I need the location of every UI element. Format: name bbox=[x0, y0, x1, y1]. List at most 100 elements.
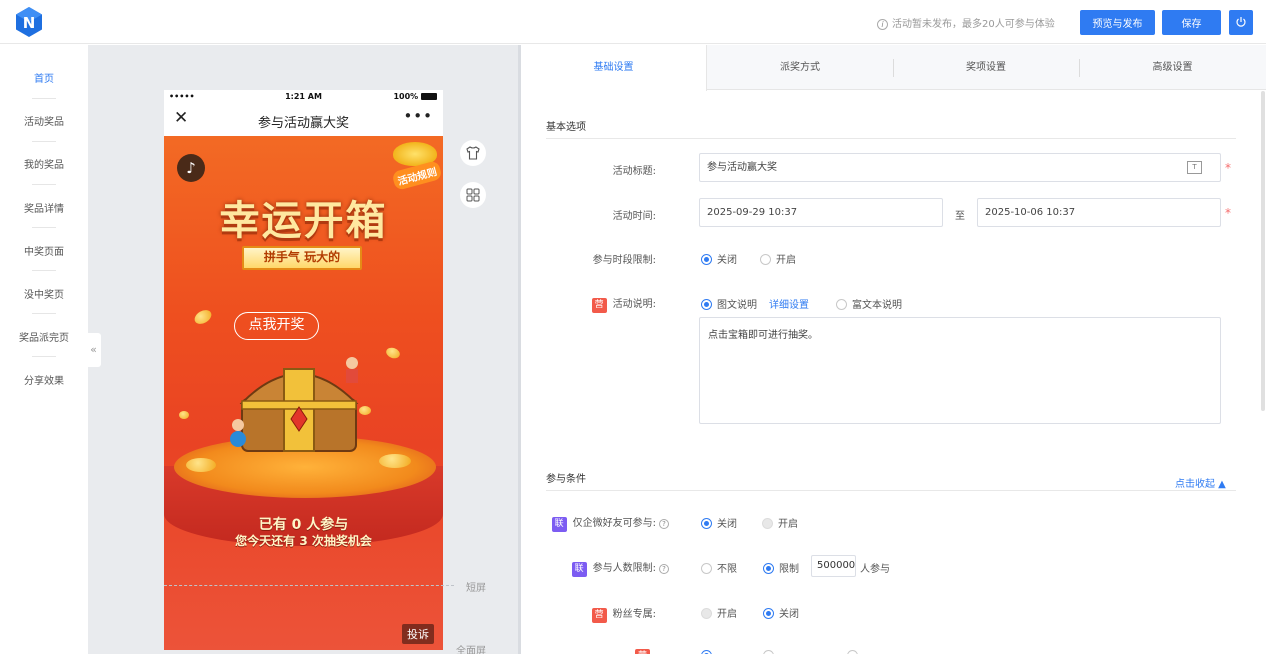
phone-page-title: 参与活动赢大奖 bbox=[257, 116, 349, 131]
nav-item-share-effect[interactable]: 分享效果 bbox=[0, 372, 88, 387]
period-limit-label: 参与时段限制: bbox=[592, 255, 656, 266]
participant-count: 已有 0 人参与 bbox=[258, 517, 349, 533]
text-format-icon[interactable]: T bbox=[1187, 161, 1202, 174]
wecom-off-radio[interactable]: 关闭 bbox=[701, 515, 737, 530]
tab-prize-settings[interactable]: 奖项设置 bbox=[893, 45, 1079, 90]
link-tag: 联 bbox=[551, 517, 567, 532]
nav-item-activity-prizes[interactable]: 活动奖品 bbox=[0, 113, 88, 128]
short-screen-guide bbox=[164, 585, 454, 586]
nav-divider bbox=[32, 227, 56, 228]
nav-divider bbox=[32, 184, 56, 185]
phone-status-bar: ••••• 1:21 AM 100% bbox=[164, 90, 443, 104]
banner-title: 幸运开箱 bbox=[219, 198, 388, 244]
required-mark: * bbox=[1225, 161, 1231, 175]
full-screen-label: 全面屏 bbox=[456, 646, 486, 654]
coin-decoration bbox=[179, 411, 189, 419]
coin-decoration bbox=[186, 458, 216, 472]
time-range-separator: 至 bbox=[955, 211, 965, 222]
power-icon bbox=[1236, 17, 1246, 27]
desc-rich-radio[interactable]: 图文说明 bbox=[701, 296, 757, 311]
save-button[interactable]: 保存 bbox=[1162, 10, 1221, 35]
nav-item-win-page[interactable]: 中奖页面 bbox=[0, 243, 88, 258]
battery-status: 100% bbox=[393, 92, 437, 101]
fans-only-label: 营粉丝专属: bbox=[521, 605, 656, 623]
desc-richtext-radio[interactable]: 富文本说明 bbox=[836, 296, 902, 311]
app-logo-icon: N bbox=[16, 7, 42, 37]
short-screen-label: 短屏 bbox=[466, 583, 486, 594]
collapse-conditions-link[interactable]: 点击收起 ▲ bbox=[1175, 475, 1226, 490]
collapse-nav-button[interactable]: « bbox=[86, 333, 101, 367]
complain-button[interactable]: 投诉 bbox=[402, 624, 434, 644]
nav-item-my-prizes[interactable]: 我的奖品 bbox=[0, 156, 88, 171]
end-time-input[interactable]: 2025-10-06 10:37 bbox=[977, 198, 1221, 227]
period-limit-off-radio[interactable]: 关闭 bbox=[701, 251, 737, 266]
nav-item-home[interactable]: 首页 bbox=[0, 70, 88, 85]
activity-title-label: 活动标题: bbox=[612, 166, 656, 177]
section-conditions: 参与条件 bbox=[546, 474, 586, 485]
wecom-friends-label: 联仅企微好友可参与:? bbox=[521, 514, 669, 532]
activity-banner: ♪ 活动规则 幸运开箱 拼手气 玩大的 点我开奖 已有 0 人参与 您今天还有 … bbox=[164, 136, 443, 650]
next-field-radio[interactable] bbox=[847, 650, 863, 654]
nav-item-sold-out-page[interactable]: 奖品派完页 bbox=[0, 329, 88, 344]
link-tag: 联 bbox=[571, 562, 587, 577]
battery-icon bbox=[421, 93, 437, 100]
tab-basic-settings[interactable]: 基础设置 bbox=[521, 45, 707, 91]
phone-nav-bar: ✕ 参与活动赢大奖 ••• bbox=[164, 104, 443, 136]
required-mark: * bbox=[1225, 206, 1231, 220]
rule-badge[interactable]: 活动规则 bbox=[391, 160, 443, 191]
info-icon: i bbox=[877, 19, 888, 30]
nav-item-prize-detail[interactable]: 奖品详情 bbox=[0, 200, 88, 215]
marketing-tag: 营 bbox=[635, 649, 650, 654]
fans-on-radio[interactable]: 开启 bbox=[701, 605, 737, 620]
next-field-radio[interactable] bbox=[763, 650, 779, 654]
period-limit-on-radio[interactable]: 开启 bbox=[760, 251, 796, 266]
banner-subtitle: 拼手气 玩大的 bbox=[242, 246, 362, 270]
left-nav: 首页 活动奖品 我的奖品 奖品详情 中奖页面 没中奖页 奖品派完页 分享效果 bbox=[0, 45, 88, 654]
top-bar: N i 活动暂未发布，最多20人可参与体验 预览与发布 保存 bbox=[0, 0, 1266, 44]
tab-award-method[interactable]: 派奖方式 bbox=[707, 45, 893, 90]
next-field-radio[interactable] bbox=[701, 650, 717, 654]
more-icon[interactable]: ••• bbox=[403, 107, 433, 125]
preview-publish-button[interactable]: 预览与发布 bbox=[1080, 10, 1155, 35]
panel-scrollbar[interactable] bbox=[1261, 91, 1265, 411]
participant-limit-label: 联参与人数限制:? bbox=[521, 559, 669, 577]
next-field-label: 营 bbox=[521, 649, 656, 654]
desc-detail-settings-link[interactable]: 详细设置 bbox=[769, 296, 809, 311]
grid-icon bbox=[466, 188, 480, 202]
section-divider bbox=[546, 490, 1236, 491]
section-divider bbox=[546, 138, 1236, 139]
power-button[interactable] bbox=[1229, 10, 1253, 35]
theme-skin-button[interactable] bbox=[460, 140, 486, 166]
coin-decoration bbox=[379, 454, 411, 468]
coin-decoration bbox=[192, 307, 214, 327]
remaining-chances: 您今天还有 3 次抽奖机会 bbox=[235, 534, 372, 548]
help-icon[interactable]: ? bbox=[659, 564, 669, 574]
coin-decoration bbox=[384, 345, 402, 361]
treasure-chest-icon[interactable] bbox=[224, 351, 374, 461]
publish-notice: i 活动暂未发布，最多20人可参与体验 bbox=[877, 15, 1055, 30]
marketing-tag: 营 bbox=[591, 608, 607, 623]
limit-none-radio[interactable]: 不限 bbox=[701, 560, 737, 575]
activity-desc-textarea[interactable]: 点击宝箱即可进行抽奖。 bbox=[699, 317, 1221, 424]
settings-panel: 基础设置 派奖方式 奖项设置 高级设置 基本选项 活动标题: 参与活动赢大奖 T… bbox=[521, 45, 1266, 654]
participant-limit-suffix: 人参与 bbox=[860, 564, 890, 575]
start-time-input[interactable]: 2025-09-29 10:37 bbox=[699, 198, 943, 227]
activity-title-input[interactable]: 参与活动赢大奖 bbox=[699, 153, 1221, 182]
participant-limit-input[interactable]: 500000 bbox=[811, 555, 856, 577]
activity-time-label: 活动时间: bbox=[612, 211, 656, 222]
wecom-on-radio[interactable]: 开启 bbox=[762, 515, 798, 530]
help-icon[interactable]: ? bbox=[659, 519, 669, 529]
section-basic-options: 基本选项 bbox=[546, 122, 586, 133]
shirt-icon bbox=[466, 146, 480, 160]
limit-on-radio[interactable]: 限制 bbox=[763, 560, 799, 575]
open-prize-bubble[interactable]: 点我开奖 bbox=[234, 312, 319, 340]
components-button[interactable] bbox=[460, 182, 486, 208]
nav-divider bbox=[32, 141, 56, 142]
nav-divider bbox=[32, 356, 56, 357]
fans-off-radio[interactable]: 关闭 bbox=[763, 605, 799, 620]
phone-preview: ••••• 1:21 AM 100% ✕ 参与活动赢大奖 ••• ♪ 活动规则 … bbox=[164, 90, 443, 650]
svg-text:N: N bbox=[23, 14, 36, 32]
nav-item-lose-page[interactable]: 没中奖页 bbox=[0, 286, 88, 301]
music-icon[interactable]: ♪ bbox=[177, 154, 205, 182]
tab-advanced-settings[interactable]: 高级设置 bbox=[1079, 45, 1266, 90]
